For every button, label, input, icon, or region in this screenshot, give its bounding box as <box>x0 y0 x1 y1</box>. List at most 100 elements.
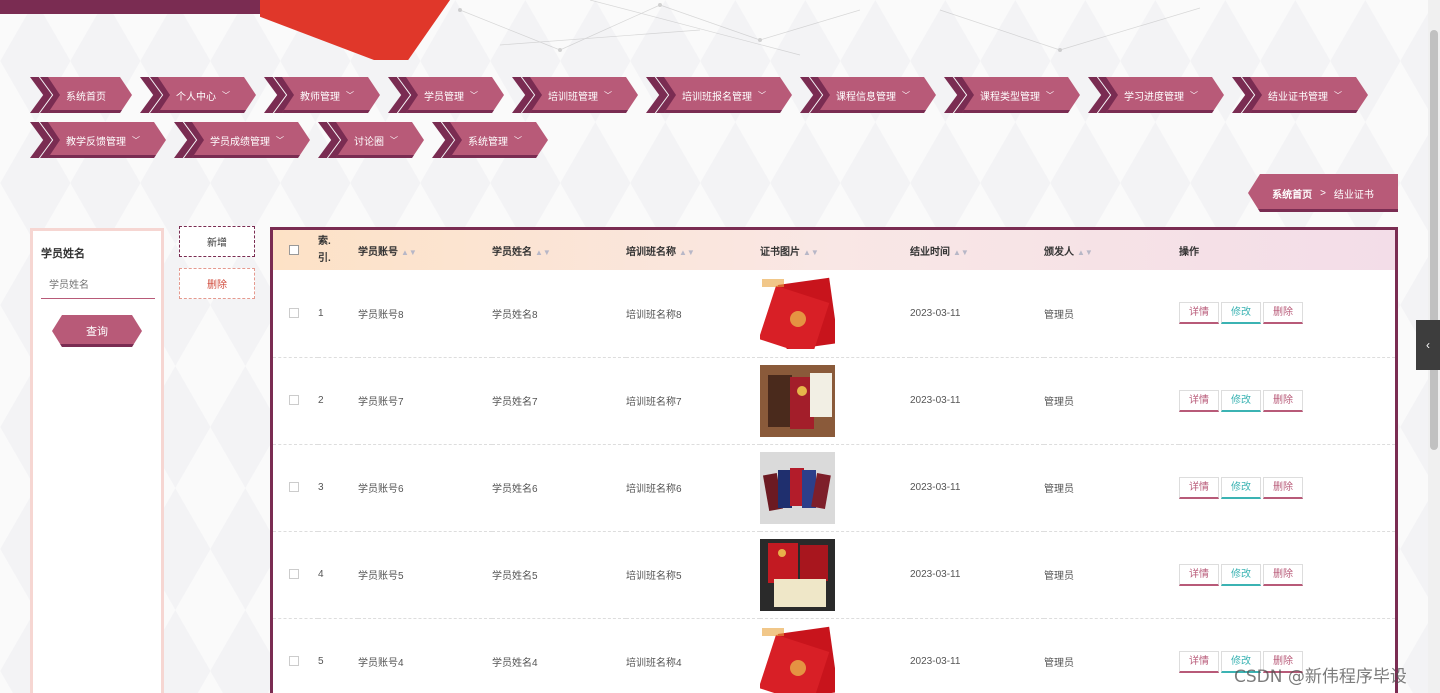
header-name[interactable]: 学员姓名 ▲▼ <box>492 230 626 270</box>
select-all-checkbox[interactable] <box>289 244 299 255</box>
certificate-table: 索. 引. 学员账号 ▲▼ 学员姓名 ▲▼ 培训班名称 ▲▼ 证书图片 ▲▼ 结业时间 ▲… <box>273 230 1395 693</box>
nav-item-body[interactable]: 系统首页 <box>48 77 132 113</box>
delete-button[interactable]: 删除 <box>1263 389 1303 412</box>
chevron-down-icon: ﹀ <box>390 135 398 145</box>
delete-button[interactable]: 删除 <box>1263 302 1303 325</box>
nav-item-row1-0[interactable]: 系统首页 <box>30 77 132 113</box>
table-row: 4 学员账号5 学员姓名5 培训班名称5 2023-03-11 管理员 详情 修改 删除 <box>273 531 1395 618</box>
nav-item-row1-7[interactable]: 课程类型管理 ﹀ <box>944 77 1080 113</box>
detail-button[interactable]: 详情 <box>1179 650 1219 673</box>
nav-item-row1-3[interactable]: 学员管理 ﹀ <box>388 77 504 113</box>
nav-item-body[interactable]: 培训班报名管理 ﹀ <box>664 77 792 113</box>
nav-item-row2-2[interactable]: 讨论圈 ﹀ <box>318 122 424 158</box>
nav-item-row1-2[interactable]: 教师管理 ﹀ <box>264 77 380 113</box>
student-name-search-input[interactable] <box>41 273 155 299</box>
breadcrumb-current: 结业证书 <box>1333 189 1374 201</box>
cell-date: 2023-03-11 <box>910 569 961 580</box>
add-button[interactable]: 新增 <box>179 226 255 257</box>
nav-item-row1-4[interactable]: 培训班管理 ﹀ <box>512 77 638 113</box>
bulk-delete-button[interactable]: 删除 <box>179 268 255 299</box>
nav-item-row2-3[interactable]: 系统管理 ﹀ <box>432 122 548 158</box>
header-class-name[interactable]: 培训班名称 ▲▼ <box>626 230 760 270</box>
nav-item-label: 个人中心 <box>176 91 216 103</box>
sort-icon[interactable]: ▲▼ <box>803 248 819 257</box>
cell-account: 学员账号6 <box>358 484 404 495</box>
nav-item-row2-0[interactable]: 教学反馈管理 ﹀ <box>30 122 166 158</box>
chevron-down-icon: ﹀ <box>132 135 140 145</box>
nav-item-row1-6[interactable]: 课程信息管理 ﹀ <box>800 77 936 113</box>
nav-item-row1-5[interactable]: 培训班报名管理 ﹀ <box>646 77 792 113</box>
nav-item-row1-1[interactable]: 个人中心 ﹀ <box>140 77 256 113</box>
detail-button[interactable]: 详情 <box>1179 302 1219 325</box>
cell-actions: 详情 修改 删除 <box>1179 531 1395 618</box>
edit-button[interactable]: 修改 <box>1221 389 1261 412</box>
row-checkbox[interactable] <box>289 308 299 319</box>
detail-button[interactable]: 详情 <box>1179 563 1219 586</box>
nav-item-body[interactable]: 学员成绩管理 ﹀ <box>192 122 310 158</box>
cell-index: 3 <box>318 482 324 493</box>
certificate-image[interactable] <box>760 451 835 524</box>
nav-item-body[interactable]: 学员管理 ﹀ <box>406 77 504 113</box>
row-checkbox[interactable] <box>289 656 299 667</box>
nav-item-body[interactable]: 课程类型管理 ﹀ <box>962 77 1080 113</box>
banner-red-shape <box>260 0 450 60</box>
nav-item-body[interactable]: 学习进度管理 ﹀ <box>1106 77 1224 113</box>
edit-button[interactable]: 修改 <box>1221 302 1261 325</box>
search-button[interactable]: 查询 <box>52 315 142 347</box>
cell-class-name: 培训班名称5 <box>626 571 682 582</box>
nav-item-row2-1[interactable]: 学员成绩管理 ﹀ <box>174 122 310 158</box>
cell-class-name: 培训班名称7 <box>626 397 682 408</box>
nav-item-body[interactable]: 个人中心 ﹀ <box>158 77 256 113</box>
sort-icon[interactable]: ▲▼ <box>535 248 551 257</box>
sort-icon[interactable]: ▲▼ <box>953 248 969 257</box>
sort-icon[interactable]: ▲▼ <box>1077 248 1093 257</box>
row-checkbox[interactable] <box>289 482 299 493</box>
watermark: CSDN @新伟程序毕设 <box>1234 667 1407 687</box>
delete-button[interactable]: 删除 <box>1263 563 1303 586</box>
nav-item-row1-9[interactable]: 结业证书管理 ﹀ <box>1232 77 1368 113</box>
row-checkbox[interactable] <box>289 569 299 580</box>
cell-index: 4 <box>318 569 324 580</box>
nav-item-body[interactable]: 培训班管理 ﹀ <box>530 77 638 113</box>
sort-icon[interactable]: ▲▼ <box>679 248 695 257</box>
chevron-down-icon: ﹀ <box>1190 90 1198 100</box>
header-account[interactable]: 学员账号 ▲▼ <box>358 230 492 270</box>
delete-button[interactable]: 删除 <box>1263 476 1303 499</box>
cell-class-name: 培训班名称6 <box>626 484 682 495</box>
edit-button[interactable]: 修改 <box>1221 476 1261 499</box>
cell-index: 5 <box>318 656 324 667</box>
certificate-image[interactable] <box>760 538 835 611</box>
nav-item-row1-8[interactable]: 学习进度管理 ﹀ <box>1088 77 1224 113</box>
nav-item-body[interactable]: 结业证书管理 ﹀ <box>1250 77 1368 113</box>
nav-item-body[interactable]: 教学反馈管理 ﹀ <box>48 122 166 158</box>
nav-item-body[interactable]: 教师管理 ﹀ <box>282 77 380 113</box>
header-issuer[interactable]: 颁发人 ▲▼ <box>1044 230 1179 270</box>
cell-name: 学员姓名4 <box>492 658 538 669</box>
certificate-image[interactable] <box>760 277 835 350</box>
chevron-down-icon: ﹀ <box>604 90 612 100</box>
sort-icon[interactable]: ▲▼ <box>401 248 417 257</box>
edit-button[interactable]: 修改 <box>1221 563 1261 586</box>
nav-item-body[interactable]: 系统管理 ﹀ <box>450 122 548 158</box>
detail-button[interactable]: 详情 <box>1179 476 1219 499</box>
side-toggle-tab[interactable]: ‹ <box>1416 320 1440 370</box>
detail-button[interactable]: 详情 <box>1179 389 1219 412</box>
nav-item-body[interactable]: 讨论圈 ﹀ <box>336 122 424 158</box>
nav-item-body[interactable]: 课程信息管理 ﹀ <box>818 77 936 113</box>
chevron-down-icon: ﹀ <box>222 90 230 100</box>
table-row: 2 学员账号7 学员姓名7 培训班名称7 2023-03-11 管理员 详情 修改 删除 <box>273 357 1395 444</box>
row-checkbox[interactable] <box>289 395 299 406</box>
nav-item-label: 培训班管理 <box>548 91 598 103</box>
breadcrumb-home[interactable]: 系统首页 <box>1272 186 1312 201</box>
certificate-table-container: 索. 引. 学员账号 ▲▼ 学员姓名 ▲▼ 培训班名称 ▲▼ 证书图片 ▲▼ 结业时间 ▲… <box>270 227 1398 693</box>
certificate-image[interactable] <box>760 364 835 437</box>
cell-class-name: 培训班名称8 <box>626 309 682 321</box>
table-header-row: 索. 引. 学员账号 ▲▼ 学员姓名 ▲▼ 培训班名称 ▲▼ 证书图片 ▲▼ 结业时间 ▲… <box>273 230 1395 270</box>
scrollbar-thumb[interactable] <box>1430 30 1438 450</box>
nav-item-label: 课程信息管理 <box>836 91 896 103</box>
cell-account: 学员账号4 <box>358 658 404 669</box>
certificate-image[interactable] <box>760 625 835 693</box>
header-image[interactable]: 证书图片 ▲▼ <box>760 230 910 270</box>
chevron-down-icon: ﹀ <box>470 90 478 100</box>
header-date[interactable]: 结业时间 ▲▼ <box>910 230 1044 270</box>
